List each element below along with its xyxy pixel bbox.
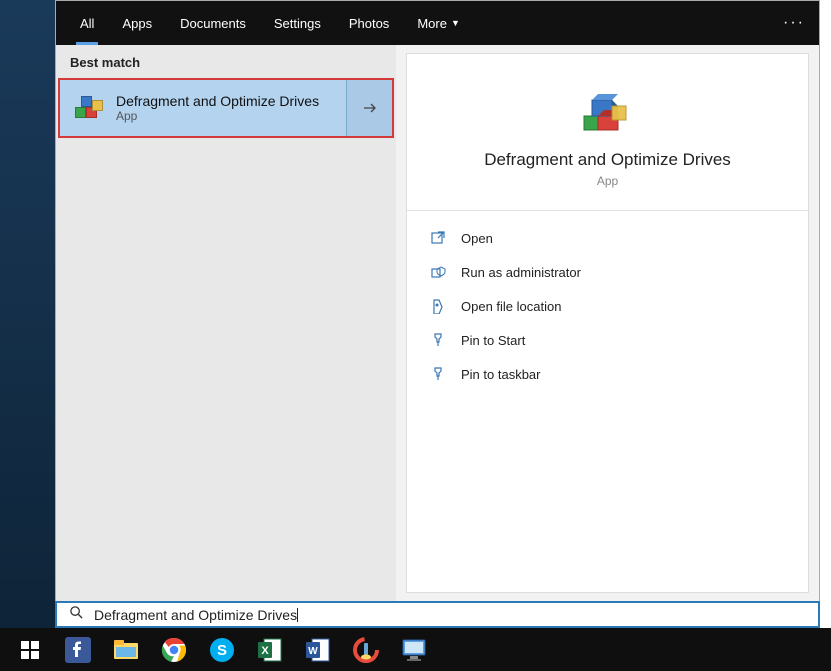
folder-location-icon [429, 297, 447, 315]
chrome-icon [161, 637, 187, 663]
detail-card: Defragment and Optimize Drives App Open … [406, 53, 809, 593]
detail-column: Defragment and Optimize Drives App Open … [396, 45, 819, 601]
action-open-file-location[interactable]: Open file location [407, 289, 808, 323]
svg-text:S: S [217, 642, 227, 659]
detail-actions-list: Open Run as administrator Open file loca… [407, 211, 808, 401]
windows-logo-icon [21, 641, 39, 659]
open-icon [429, 229, 447, 247]
action-pin-to-start[interactable]: Pin to Start [407, 323, 808, 357]
defragment-app-icon [74, 93, 104, 123]
action-open[interactable]: Open [407, 221, 808, 255]
tab-label: Photos [349, 16, 389, 31]
tab-all[interactable]: All [66, 1, 108, 45]
desktop-background-strip [0, 0, 55, 628]
tab-documents[interactable]: Documents [166, 1, 260, 45]
tab-label: More [417, 16, 447, 31]
taskbar-excel[interactable]: X [246, 628, 294, 671]
tab-label: All [80, 16, 94, 31]
detail-subtitle: App [597, 174, 618, 188]
ccleaner-icon [353, 637, 379, 663]
svg-text:X: X [261, 645, 269, 657]
action-run-as-administrator[interactable]: Run as administrator [407, 255, 808, 289]
result-subtitle: App [116, 109, 319, 123]
overflow-menu-button[interactable]: ··· [783, 14, 805, 32]
chevron-down-icon: ▼ [451, 18, 460, 28]
taskbar-facebook[interactable] [54, 628, 102, 671]
best-match-heading: Best match [56, 45, 396, 78]
action-pin-to-taskbar[interactable]: Pin to taskbar [407, 357, 808, 391]
admin-shield-icon [429, 263, 447, 281]
start-search-panel: All Apps Documents Settings Photos More … [55, 0, 820, 602]
result-highlight-frame: Defragment and Optimize Drives App [58, 78, 394, 138]
svg-text:W: W [308, 646, 318, 657]
pin-icon [429, 331, 447, 349]
tab-label: Settings [274, 16, 321, 31]
action-label: Open [461, 231, 493, 246]
skype-icon: S [209, 637, 235, 663]
search-query-text: Defragment and Optimize Drives [94, 607, 297, 623]
tab-settings[interactable]: Settings [260, 1, 335, 45]
expand-result-button[interactable] [346, 80, 392, 136]
file-explorer-icon [113, 639, 139, 661]
pin-icon [429, 365, 447, 383]
tab-apps[interactable]: Apps [108, 1, 166, 45]
taskbar: S X W [0, 628, 831, 671]
tab-more[interactable]: More ▼ [403, 1, 474, 45]
arrow-right-icon [362, 100, 378, 116]
defragment-app-icon-large [578, 78, 638, 138]
taskbar-word[interactable]: W [294, 628, 342, 671]
detail-title: Defragment and Optimize Drives [484, 150, 731, 170]
search-icon [69, 605, 84, 625]
excel-icon: X [257, 637, 283, 663]
taskbar-skype[interactable]: S [198, 628, 246, 671]
tab-label: Documents [180, 16, 246, 31]
tab-label: Apps [122, 16, 152, 31]
word-icon: W [305, 637, 331, 663]
action-label: Open file location [461, 299, 561, 314]
search-input-box[interactable]: Defragment and Optimize Drives [55, 601, 820, 628]
result-title: Defragment and Optimize Drives [116, 93, 319, 109]
result-text: Defragment and Optimize Drives App [116, 93, 319, 123]
taskbar-ccleaner[interactable] [342, 628, 390, 671]
taskbar-monitor-app[interactable] [390, 628, 438, 671]
action-label: Pin to taskbar [461, 367, 541, 382]
taskbar-file-explorer[interactable] [102, 628, 150, 671]
monitor-icon [401, 638, 427, 662]
search-filter-tabs: All Apps Documents Settings Photos More … [56, 1, 819, 45]
action-label: Pin to Start [461, 333, 525, 348]
results-column: Best match Defragment and Optimize Drive… [56, 45, 396, 601]
facebook-icon [65, 637, 91, 663]
result-main-area: Defragment and Optimize Drives App [60, 93, 346, 123]
search-panel-body: Best match Defragment and Optimize Drive… [56, 45, 819, 601]
start-button[interactable] [6, 628, 54, 671]
search-result-item[interactable]: Defragment and Optimize Drives App [60, 80, 392, 136]
taskbar-chrome[interactable] [150, 628, 198, 671]
detail-hero: Defragment and Optimize Drives App [407, 54, 808, 211]
action-label: Run as administrator [461, 265, 581, 280]
tab-photos[interactable]: Photos [335, 1, 403, 45]
